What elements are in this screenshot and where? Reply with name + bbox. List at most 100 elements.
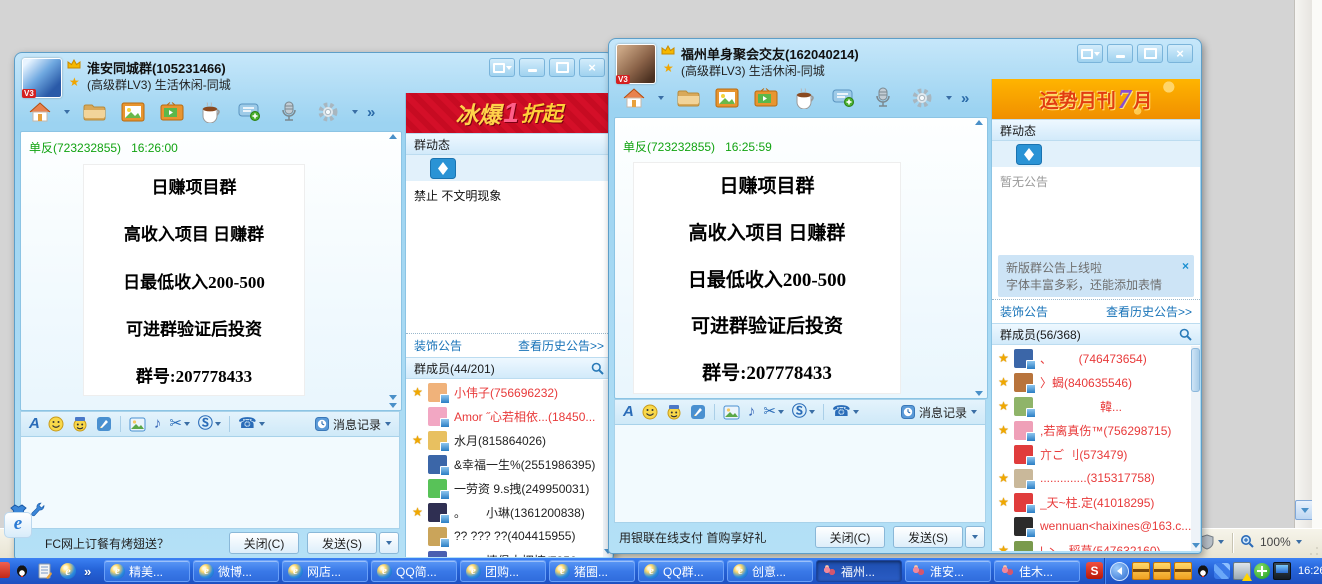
doodle-icon[interactable] bbox=[690, 404, 706, 420]
minimize-button[interactable] bbox=[1107, 44, 1133, 63]
emoticon-icon[interactable] bbox=[642, 404, 658, 420]
settings-dropdown[interactable] bbox=[946, 96, 952, 100]
clock[interactable]: 16:26 bbox=[1298, 565, 1322, 577]
coffee-icon[interactable] bbox=[196, 99, 226, 125]
close-button[interactable]: × bbox=[1167, 44, 1193, 63]
doodle-icon[interactable] bbox=[96, 416, 112, 432]
message-image[interactable]: 日赚项目群高收入项目 日赚群日最低收入200-500可进群验证后投资群号:207… bbox=[83, 164, 305, 396]
safety-plus-icon[interactable] bbox=[1254, 563, 1270, 579]
settings-dropdown[interactable] bbox=[352, 110, 358, 114]
promo-banner[interactable]: 运势月刊 7 月 bbox=[992, 79, 1200, 119]
voice-icon[interactable] bbox=[274, 99, 304, 125]
close-button[interactable]: × bbox=[579, 58, 605, 77]
music-icon[interactable]: ♪ bbox=[748, 404, 756, 420]
group-avatar[interactable]: V3 bbox=[22, 58, 62, 98]
chat-scrollbar[interactable] bbox=[973, 120, 985, 396]
phone-icon[interactable]: ☎ bbox=[832, 404, 859, 420]
qq-group-icon[interactable] bbox=[1132, 562, 1150, 580]
qq-group-icon[interactable] bbox=[1153, 562, 1171, 580]
magic-emoticon-icon[interactable] bbox=[666, 404, 682, 420]
sogou-s-icon[interactable]: S bbox=[1086, 562, 1103, 579]
member-row[interactable]: &幸福一生%(2551986395) bbox=[406, 452, 603, 476]
member-row[interactable]: Amor ˝心若相依...(18450... bbox=[406, 404, 603, 428]
phone-icon[interactable]: ☎ bbox=[238, 416, 265, 432]
history-announcement-link[interactable]: 查看历史公告>> bbox=[518, 337, 604, 354]
task-button[interactable]: e 精美... bbox=[104, 560, 190, 582]
network-alert-icon[interactable] bbox=[1233, 562, 1251, 580]
settings-icon[interactable] bbox=[907, 85, 937, 111]
chat-area[interactable]: 单反(723232855) 16:26:00 日赚项目群高收入项目 日赚群日最低… bbox=[20, 131, 402, 411]
video-icon[interactable] bbox=[751, 85, 781, 111]
qq-group-window-fuzhou[interactable]: V3 福州单身聚会交友(162040214) ★ (高级群LV3) 生活休闲-同… bbox=[608, 38, 1202, 554]
ie-vertical-scrollbar[interactable] bbox=[1294, 0, 1313, 528]
close-chat-button[interactable]: 关闭(C) bbox=[229, 532, 299, 554]
decorate-announcement-link[interactable]: 装饰公告 bbox=[414, 337, 462, 354]
screenshot-icon[interactable]: ✂ bbox=[169, 416, 190, 432]
qq-group-icon[interactable] bbox=[1174, 562, 1192, 580]
chat-add-icon[interactable] bbox=[235, 99, 265, 125]
task-button[interactable]: e 微博... bbox=[193, 560, 279, 582]
message-history-button[interactable]: 消息记录 bbox=[901, 404, 977, 421]
qq-group-window-huaian[interactable]: V3 淮安同城群(105231466) ★ (高级群LV3) 生活休闲-同城 × bbox=[14, 52, 614, 560]
member-row[interactable]: ★ 〉蝎(840635546) bbox=[992, 370, 1191, 394]
chat-area[interactable]: 单反(723232855) 16:25:59 日赚项目群高收入项目 日赚群日最低… bbox=[614, 117, 988, 399]
member-row[interactable]: 一劳资 9.s拽(249950031) bbox=[406, 476, 603, 500]
home-dropdown[interactable] bbox=[658, 96, 664, 100]
maximize-button[interactable] bbox=[1137, 44, 1163, 63]
announcement-icon[interactable] bbox=[430, 158, 456, 179]
qq-penguin-icon[interactable] bbox=[14, 563, 30, 579]
notice-close-icon[interactable]: × bbox=[1182, 258, 1189, 275]
minimize-button[interactable] bbox=[519, 58, 545, 77]
journal-icon[interactable] bbox=[38, 563, 52, 579]
more-icon[interactable]: » bbox=[367, 104, 375, 121]
emoticon-icon[interactable] bbox=[48, 416, 64, 432]
search-icon[interactable] bbox=[1179, 328, 1192, 341]
task-button[interactable]: e 福州... bbox=[816, 560, 902, 582]
member-row[interactable]: ★ ,若离真伤™(756298715) bbox=[992, 418, 1191, 442]
images-icon[interactable] bbox=[712, 85, 742, 111]
resize-grip[interactable] bbox=[1306, 543, 1320, 557]
home-dropdown[interactable] bbox=[64, 110, 70, 114]
voice-icon[interactable] bbox=[868, 85, 898, 111]
screenshot-icon[interactable]: ✂ bbox=[763, 404, 784, 420]
more-chevron-icon[interactable]: » bbox=[84, 564, 91, 579]
member-row[interactable]: ★ ..............(315317758) bbox=[992, 466, 1191, 490]
chat-scrollbar[interactable] bbox=[387, 134, 399, 408]
folder-icon[interactable] bbox=[673, 85, 703, 111]
qq-penguin-icon[interactable] bbox=[1195, 563, 1211, 579]
task-button[interactable]: e QQ简... bbox=[371, 560, 457, 582]
display-icon[interactable] bbox=[1273, 562, 1291, 580]
ad-text[interactable]: 用银联在线支付 首购享好礼 bbox=[619, 529, 807, 546]
message-image[interactable]: 日赚项目群高收入项目 日赚群日最低收入200-500可进群验证后投资群号:207… bbox=[633, 162, 901, 394]
promo-banner[interactable]: 冰爆 1 折起 bbox=[406, 93, 612, 133]
member-scrollbar[interactable] bbox=[1191, 346, 1200, 551]
panel-toggle-button[interactable] bbox=[1077, 44, 1103, 63]
member-row[interactable]: ★ | 丶,,,稻草(547632160) bbox=[992, 538, 1191, 551]
image-icon[interactable] bbox=[129, 417, 146, 432]
super-s-icon[interactable]: Ⓢ bbox=[198, 416, 221, 432]
message-input[interactable] bbox=[614, 425, 986, 523]
member-row[interactable]: ?? ??? ??(404415955) bbox=[406, 524, 603, 548]
member-row[interactable]: ▲ 情侣太拥挤(7356... bbox=[406, 548, 603, 557]
member-row[interactable]: ★ 水月(815864026) bbox=[406, 428, 603, 452]
send-button[interactable]: 发送(S) bbox=[893, 526, 963, 548]
super-s-icon[interactable]: Ⓢ bbox=[792, 404, 815, 420]
panel-toggle-button[interactable] bbox=[489, 58, 515, 77]
images-icon[interactable] bbox=[118, 99, 148, 125]
image-icon[interactable] bbox=[723, 405, 740, 420]
close-chat-button[interactable]: 关闭(C) bbox=[815, 526, 885, 548]
member-row[interactable]: ★ _天~柱.定(41018295) bbox=[992, 490, 1191, 514]
ie-icon[interactable]: e bbox=[4, 512, 32, 538]
task-button[interactable]: e 淮安... bbox=[905, 560, 991, 582]
ad-text[interactable]: FC网上订餐有烤翅送？ bbox=[45, 535, 221, 552]
more-icon[interactable]: » bbox=[961, 90, 969, 107]
announcement-icon[interactable] bbox=[1016, 144, 1042, 165]
settings-icon[interactable] bbox=[313, 99, 343, 125]
collapse-arrow-icon[interactable] bbox=[1110, 562, 1129, 581]
folder-icon[interactable] bbox=[79, 99, 109, 125]
font-icon[interactable]: A bbox=[29, 416, 40, 432]
task-button[interactable]: e 网店... bbox=[282, 560, 368, 582]
send-button[interactable]: 发送(S) bbox=[307, 532, 377, 554]
coffee-icon[interactable] bbox=[790, 85, 820, 111]
chat-add-icon[interactable] bbox=[829, 85, 859, 111]
